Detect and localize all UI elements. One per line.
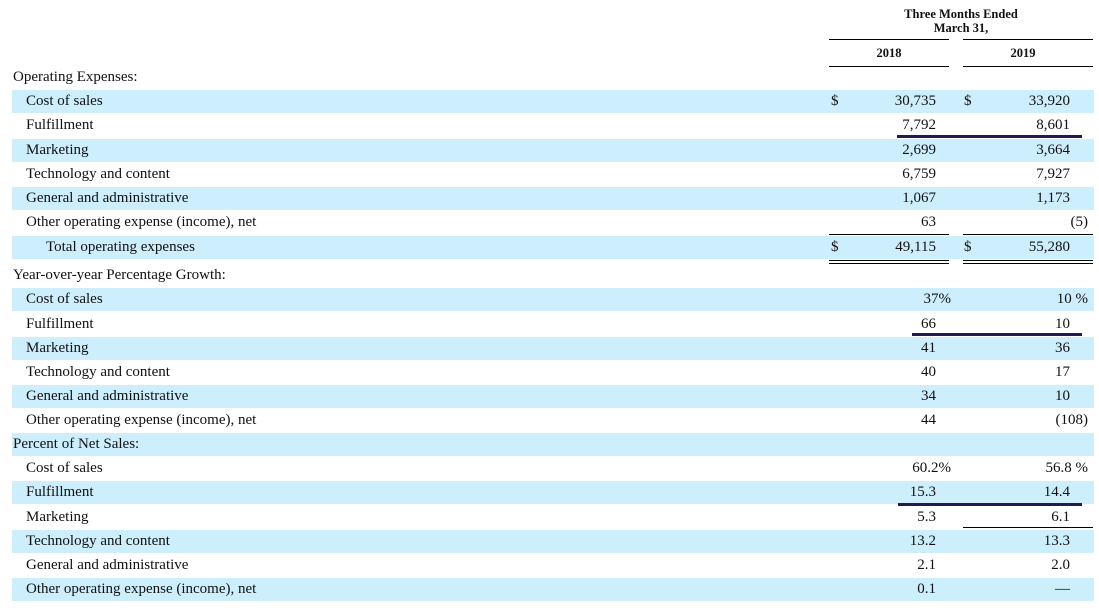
row-label: Fulfillment (26, 316, 94, 332)
table-row: General and administrative 2.1 2.0 (0, 554, 1099, 577)
header-divider (963, 39, 1093, 40)
table-row: Other operating expense (income), net 44… (0, 409, 1099, 432)
row-label: Technology and content (26, 533, 170, 549)
section-heading: Operating Expenses: (0, 66, 1099, 89)
value-2019: — (1055, 581, 1070, 597)
row-label: Other operating expense (income), net (26, 412, 257, 428)
value-2019: 7,927 (1036, 166, 1070, 182)
section-label: Percent of Net Sales: (13, 436, 140, 452)
row-label: Marketing (26, 509, 89, 525)
value-2018: 34 (921, 388, 936, 404)
table-row: Other operating expense (income), net 63… (0, 211, 1099, 234)
row-label: Technology and content (26, 166, 170, 182)
row-label: Other operating expense (income), net (26, 581, 257, 597)
value-2018: 60.2% (912, 460, 951, 476)
subtotal-rule (963, 234, 1093, 235)
table-row: General and administrative 1,067 1,173 (0, 187, 1099, 210)
year-header-2019: 2019 (1010, 46, 1036, 60)
value-2018: 6,759 (902, 166, 936, 182)
value-2019: 14.4 (1043, 484, 1070, 500)
table-row: Marketing 2,699 3,664 (0, 139, 1099, 162)
value-2018: 37% (923, 291, 952, 307)
table-row: Cost of sales $ 30,735 $ 33,920 (0, 90, 1099, 113)
section-label: Operating Expenses: (13, 69, 138, 85)
value-2018: 2,699 (902, 142, 936, 158)
value-2019: 33,920 (1028, 93, 1070, 109)
value-2018: 30,735 (894, 93, 936, 109)
value-2019: 6.1 (1051, 509, 1070, 525)
total-row: Total operating expenses $ 49,115 $ 55,2… (0, 236, 1099, 259)
row-label: Fulfillment (26, 484, 94, 500)
value-2018: 41 (921, 340, 936, 356)
value-2018: 40 (921, 364, 936, 380)
currency-symbol: $ (964, 93, 972, 109)
highlight-underline (912, 333, 1082, 336)
value-2019: 56.8 % (1045, 460, 1089, 476)
value-2018: 1,067 (902, 190, 936, 206)
value-2019: (108) (1055, 412, 1089, 428)
value-2019: 8,601 (1036, 117, 1070, 133)
row-label: Marketing (26, 142, 89, 158)
table-row: General and administrative 34 10 (0, 385, 1099, 408)
value-2018: 44 (921, 412, 936, 428)
row-highlight (12, 433, 1094, 456)
value-2018: 0.1 (917, 581, 936, 597)
table-row: Cost of sales 37% 10 % (0, 288, 1099, 311)
value-2019: 10 (1055, 316, 1070, 332)
currency-symbol: $ (964, 239, 972, 255)
value-2019: 36 (1055, 340, 1070, 356)
table-row: Other operating expense (income), net 0.… (0, 578, 1099, 601)
column-rule (963, 527, 1093, 528)
header-divider (829, 39, 949, 40)
row-label: General and administrative (26, 388, 189, 404)
value-2018: 49,115 (895, 239, 936, 255)
year-header-2018: 2018 (876, 46, 902, 60)
value-2019: 1,173 (1036, 190, 1070, 206)
row-label: Cost of sales (26, 460, 103, 476)
value-2019: 13.3 (1043, 533, 1070, 549)
section-label: Year-over-year Percentage Growth: (13, 267, 226, 283)
value-2018: 15.3 (909, 484, 936, 500)
highlight-underline (897, 135, 1082, 138)
table-row: Marketing 5.3 6.1 (0, 506, 1099, 529)
period-header: Three Months Ended March 31, (904, 7, 1018, 35)
value-2018: 63 (921, 214, 936, 230)
row-label: General and administrative (26, 557, 189, 573)
value-2019: 3,664 (1036, 142, 1070, 158)
value-2018: 7,792 (902, 117, 936, 133)
table-row: Marketing 41 36 (0, 337, 1099, 360)
table-row: Technology and content 40 17 (0, 361, 1099, 384)
value-2018: 5.3 (917, 509, 936, 525)
section-heading: Year-over-year Percentage Growth: (0, 264, 1099, 287)
subtotal-rule (829, 234, 949, 235)
value-2018: 13.2 (909, 533, 936, 549)
currency-symbol: $ (831, 239, 839, 255)
value-2019: 10 % (1056, 291, 1088, 307)
value-2018: 66 (921, 316, 936, 332)
row-label: Total operating expenses (46, 239, 195, 255)
row-label: Technology and content (26, 364, 170, 380)
row-label: General and administrative (26, 190, 189, 206)
table-row: Technology and content 13.2 13.3 (0, 530, 1099, 553)
row-label: Cost of sales (26, 291, 103, 307)
value-2019: 10 (1055, 388, 1070, 404)
value-2019: (5) (1070, 214, 1089, 230)
row-label: Fulfillment (26, 117, 94, 133)
row-label: Marketing (26, 340, 89, 356)
table-row: Fulfillment 7,792 8,601 (0, 114, 1099, 137)
table-row: Fulfillment 15.3 14.4 (0, 481, 1099, 504)
table-row: Cost of sales 60.2% 56.8 % (0, 457, 1099, 480)
value-2018: 2.1 (917, 557, 936, 573)
row-label: Other operating expense (income), net (26, 214, 257, 230)
value-2019: 2.0 (1051, 557, 1070, 573)
section-heading: Percent of Net Sales: (0, 433, 1099, 456)
row-label: Cost of sales (26, 93, 103, 109)
value-2019: 17 (1055, 364, 1070, 380)
value-2019: 55,280 (1028, 239, 1070, 255)
currency-symbol: $ (831, 93, 839, 109)
table-row: Technology and content 6,759 7,927 (0, 163, 1099, 186)
total-double-rule (829, 260, 949, 261)
total-double-rule (963, 260, 1093, 261)
